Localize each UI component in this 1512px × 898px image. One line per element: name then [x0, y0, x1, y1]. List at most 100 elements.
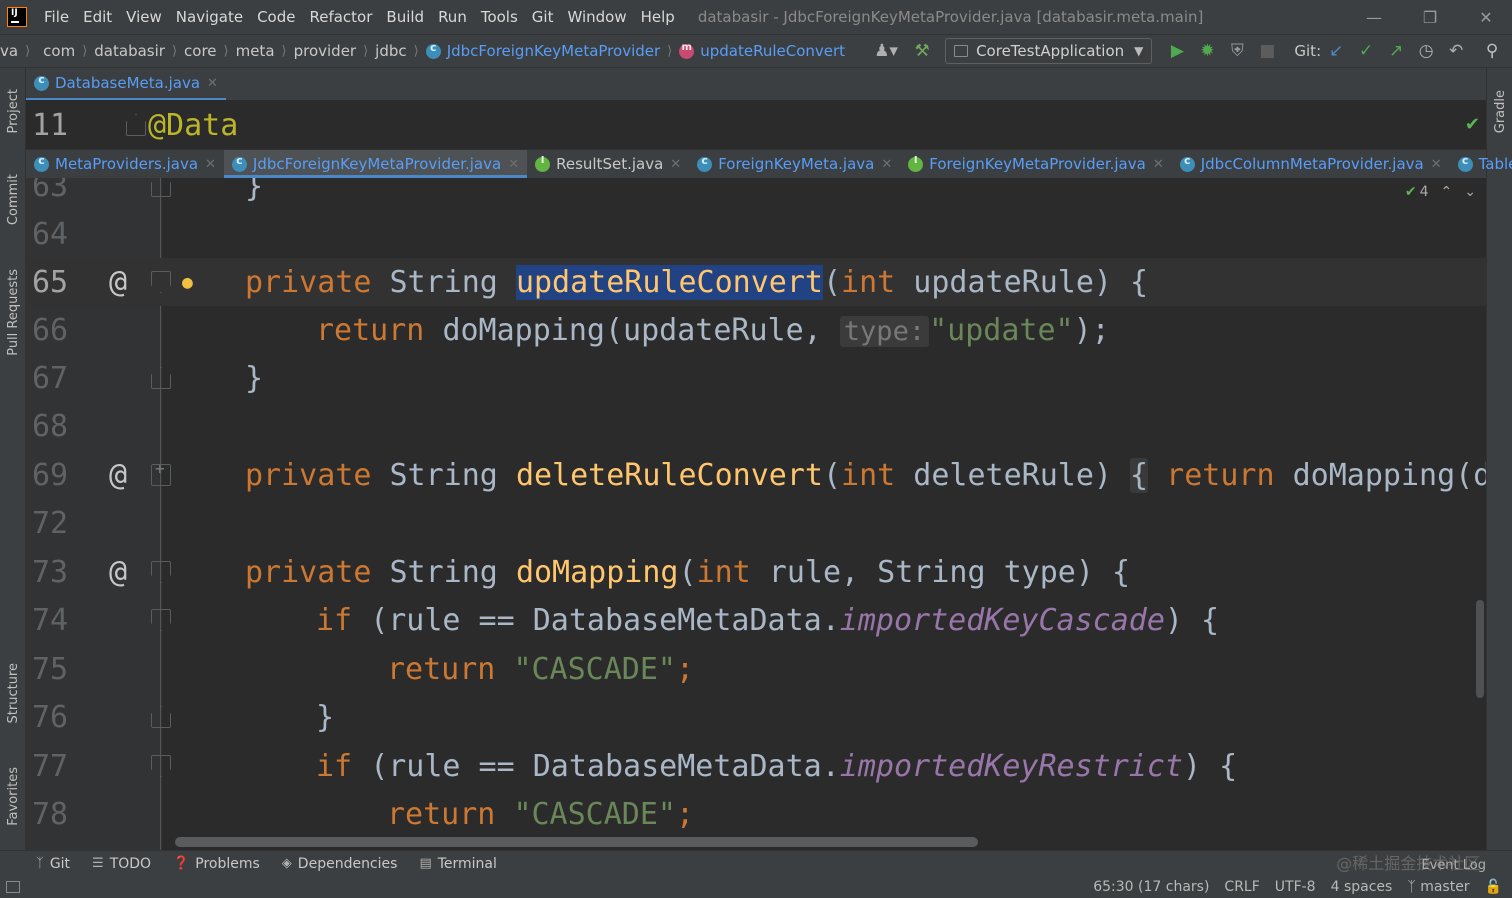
git-commit-icon[interactable]: ✓ [1351, 36, 1381, 66]
menu-window[interactable]: Window [560, 8, 633, 26]
structure-tool-tab[interactable]: Structure [0, 652, 26, 734]
panel-toggle-icon[interactable] [6, 881, 20, 893]
close-tab-icon[interactable]: ✕ [881, 157, 892, 172]
menu-git[interactable]: Git [525, 8, 561, 26]
menu-build[interactable]: Build [379, 8, 431, 26]
pull-requests-tool-tab[interactable]: Pull Requests [0, 256, 26, 368]
menu-navigate[interactable]: Navigate [169, 8, 250, 26]
debug-icon[interactable]: ✹ [1192, 36, 1222, 66]
code-line-64[interactable]: 64 [26, 210, 1486, 258]
fold-marker-icon[interactable] [151, 755, 171, 777]
vertical-scrollbar[interactable] [1476, 600, 1484, 698]
code-line-74[interactable]: 74 if (rule == DatabaseMetaData.imported… [26, 596, 1486, 644]
tab-foreign-key-meta-provider[interactable]: ForeignKeyMetaProvider.java ✕ [900, 150, 1171, 178]
menu-code[interactable]: Code [250, 8, 302, 26]
favorites-tool-tab[interactable]: Favorites [0, 754, 26, 838]
fold-marker-icon[interactable] [151, 609, 171, 631]
code-line-78[interactable]: 78 return "CASCADE"; [26, 790, 1486, 838]
todo-tool-tab[interactable]: ☰ TODO [92, 856, 151, 872]
menu-view[interactable]: View [119, 8, 169, 26]
breadcrumb-item[interactable]: com ⟩ [43, 42, 94, 60]
dependencies-tool-tab[interactable]: ◈ Dependencies [282, 856, 398, 872]
fold-marker-icon[interactable] [151, 367, 171, 389]
breadcrumb-item[interactable]: va ⟩ [0, 42, 37, 60]
event-log-link[interactable]: Event Log [1421, 858, 1486, 873]
override-gutter-icon[interactable]: @ [109, 555, 127, 590]
override-gutter-icon[interactable]: @ [109, 265, 127, 300]
override-gutter-icon[interactable]: @ [109, 458, 127, 493]
menu-help[interactable]: Help [634, 8, 682, 26]
tab-table-truncated[interactable]: Table( [1450, 150, 1512, 178]
expand-fold-icon[interactable] [151, 459, 171, 486]
close-tab-icon[interactable]: ✕ [1431, 157, 1442, 172]
breadcrumb-item[interactable]: jdbc ⟩ [375, 42, 426, 60]
code-line-75[interactable]: 75 return "CASCADE"; [26, 645, 1486, 693]
code-line-77[interactable]: 77 if (rule == DatabaseMetaData.imported… [26, 742, 1486, 790]
breadcrumb-item[interactable]: provider ⟩ [294, 42, 376, 60]
code-line-72[interactable]: 72 [26, 499, 1486, 547]
breadcrumb-item[interactable]: meta ⟩ [236, 42, 294, 60]
git-branch[interactable]: ᛉ master [1407, 879, 1469, 895]
run-icon[interactable]: ▶ [1162, 36, 1192, 66]
breadcrumb-item[interactable]: core ⟩ [184, 42, 236, 60]
breadcrumb-method[interactable]: updateRuleConvert [679, 42, 845, 60]
code-line-68[interactable]: 68 [26, 402, 1486, 450]
close-tab-icon[interactable]: ✕ [670, 157, 681, 172]
lock-icon[interactable]: 🔓 [1485, 879, 1502, 895]
code-line-73[interactable]: 73 @ private String doMapping(int rule, … [26, 548, 1486, 596]
run-configuration-select[interactable]: CoreTestApplication ▼ [945, 38, 1153, 64]
rollback-icon[interactable]: ↶ [1441, 36, 1471, 66]
tab-meta-providers[interactable]: MetaProviders.java ✕ [26, 150, 224, 178]
build-hammer-icon[interactable]: ⚒ [907, 36, 937, 66]
indent-setting[interactable]: 4 spaces [1331, 879, 1393, 895]
commit-tool-tab[interactable]: Commit [0, 164, 26, 236]
breadcrumb-item[interactable]: databasir ⟩ [94, 42, 184, 60]
menu-run[interactable]: Run [431, 8, 474, 26]
close-tab-icon[interactable]: ✕ [508, 157, 519, 172]
code-line-69[interactable]: 69 @ private String deleteRuleConvert(in… [26, 451, 1486, 499]
tab-jdbc-column-meta-provider[interactable]: JdbcColumnMetaProvider.java ✕ [1172, 150, 1450, 178]
close-tab-icon[interactable]: ✕ [1153, 157, 1164, 172]
fold-marker-icon[interactable] [151, 178, 171, 197]
fold-marker-icon[interactable] [151, 271, 171, 293]
lightbulb-icon[interactable]: ● [182, 272, 193, 293]
code-line-65[interactable]: 65 @ ● private String updateRuleConvert(… [26, 258, 1486, 306]
code-line-67[interactable]: 67 } [26, 354, 1486, 402]
tab-result-set[interactable]: ResultSet.java ✕ [527, 150, 689, 178]
file-encoding[interactable]: UTF-8 [1275, 879, 1316, 895]
fold-marker-icon[interactable] [151, 706, 171, 728]
previous-highlight-icon[interactable]: ⌃ [1441, 184, 1453, 200]
user-dropdown-icon[interactable]: ♟▾ [871, 36, 901, 66]
close-tab-icon[interactable]: ✕ [207, 76, 218, 91]
code-line-76[interactable]: 76 } [26, 693, 1486, 741]
fold-marker-icon[interactable] [151, 561, 171, 583]
search-icon[interactable]: ⚲ [1477, 36, 1507, 66]
git-push-icon[interactable]: ↗ [1381, 36, 1411, 66]
menu-tools[interactable]: Tools [474, 8, 525, 26]
tab-database-meta[interactable]: DatabaseMeta.java ✕ [26, 68, 226, 100]
update-available-icon[interactable]: ⦻ [1507, 36, 1512, 66]
history-icon[interactable]: ◷ [1411, 36, 1441, 66]
code-editor[interactable]: 63 } 64 65 @ ● private String updateRule… [26, 178, 1486, 850]
gradle-tool-tab[interactable]: Gradle [1487, 80, 1512, 144]
close-tab-icon[interactable]: ✕ [205, 157, 216, 172]
no-problems-check-icon[interactable]: ✔ [1465, 114, 1480, 135]
code-line-63[interactable]: 63 } [26, 178, 1486, 210]
stop-icon[interactable]: ■ [1252, 36, 1282, 66]
horizontal-scrollbar[interactable] [175, 837, 978, 847]
git-update-icon[interactable]: ↙ [1321, 36, 1351, 66]
caret-position[interactable]: 65:30 (17 chars) [1093, 879, 1209, 895]
menu-edit[interactable]: Edit [76, 8, 119, 26]
terminal-tool-tab[interactable]: ▤ Terminal [419, 856, 496, 872]
restore-icon[interactable]: ❐ [1406, 0, 1454, 34]
code-line-66[interactable]: 66 return doMapping(updateRule, type: "up… [26, 306, 1486, 354]
tab-jdbc-foreign-key-meta-provider[interactable]: JdbcForeignKeyMetaProvider.java ✕ [223, 150, 528, 178]
close-icon[interactable]: ✕ [1462, 0, 1510, 34]
menu-file[interactable]: File [37, 8, 76, 26]
menu-refactor[interactable]: Refactor [302, 8, 379, 26]
line-separator[interactable]: CRLF [1224, 879, 1259, 895]
minimize-icon[interactable]: — [1350, 0, 1398, 34]
breadcrumb-class[interactable]: JdbcForeignKeyMetaProvider⟩ [425, 41, 680, 60]
git-tool-tab[interactable]: ᛉ Git [36, 856, 70, 872]
problems-tool-tab[interactable]: ❓ Problems [173, 856, 260, 872]
